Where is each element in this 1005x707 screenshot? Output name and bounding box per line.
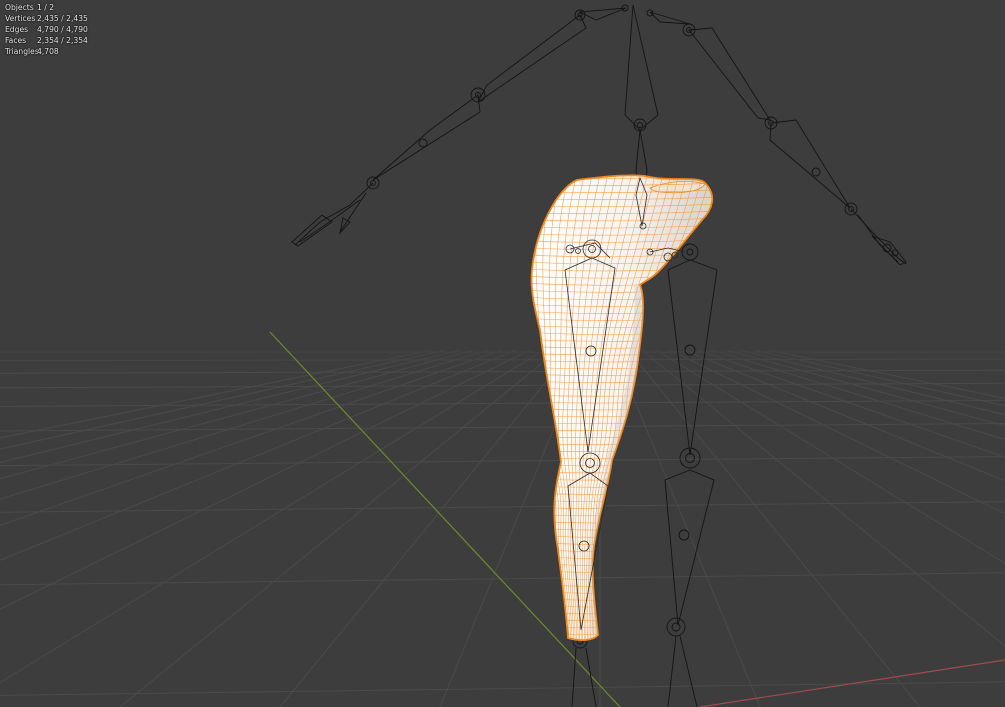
- mesh-edge-loop: [531, 588, 713, 594]
- grid-line: [753, 349, 1005, 407]
- mesh-edge-loop: [531, 581, 713, 587]
- mesh-edge-loop: [531, 511, 713, 517]
- mesh-edge-loop: [531, 490, 713, 495]
- mesh-edge-loop: [531, 616, 713, 622]
- selected-leg-mesh[interactable]: [520, 174, 720, 645]
- grid-line: [0, 349, 433, 439]
- bone-upperarm-left: [477, 14, 587, 103]
- grid-line: [0, 572, 1005, 586]
- mesh-edge-loop: [531, 525, 713, 531]
- bone-forearm-left: [372, 94, 481, 181]
- grid-line: [119, 349, 559, 707]
- scene-canvas[interactable]: [0, 0, 1005, 707]
- joint-spine: [633, 118, 647, 132]
- bone-clavicle-right: [649, 11, 691, 25]
- floor-grid: [0, 349, 1005, 707]
- mesh-edge-loop: [531, 553, 713, 559]
- grid-line: [0, 349, 461, 463]
- mesh-edge-loop: [531, 595, 713, 601]
- mesh-edge-loop: [531, 518, 713, 524]
- bone-hand-left: [294, 182, 374, 246]
- bone-spine: [624, 4, 659, 131]
- grid-line: [0, 501, 1005, 513]
- mesh-edge-loop: [531, 546, 713, 552]
- bone-forearm-right: [769, 119, 851, 209]
- mesh-edge-loop: [531, 539, 713, 545]
- mesh-edge-loop: [531, 623, 713, 628]
- grid-line: [627, 349, 921, 707]
- grid-line: [0, 423, 1005, 432]
- bone-upperarm-right: [688, 27, 771, 121]
- mesh-edge-loop: [531, 455, 713, 460]
- mesh-edge-loop: [531, 476, 713, 481]
- bone-clavicle-left: [578, 7, 627, 21]
- mesh-edge-loop: [531, 462, 713, 467]
- mesh-edge-loop: [531, 497, 713, 502]
- mesh-edge-loop: [531, 483, 713, 488]
- grid-line: [613, 349, 761, 707]
- grid-line: [725, 349, 1005, 427]
- grid-line: [0, 456, 1005, 467]
- grid-line: [669, 349, 1005, 515]
- grid-line: [683, 349, 1005, 482]
- joint-knee-right: [679, 447, 701, 469]
- mesh-edge-loop: [531, 441, 713, 445]
- horizon-fade: [0, 330, 1005, 370]
- grid-line: [0, 681, 1005, 696]
- mesh-edge-loop: [531, 602, 713, 608]
- mesh-edge-loop: [531, 567, 713, 573]
- grid-line: [0, 399, 1005, 407]
- mesh-edge-loop: [531, 609, 713, 615]
- 3d-viewport[interactable]: Objects 1 / 2 Vertices 2,435 / 2,435 Edg…: [0, 0, 1005, 707]
- grid-line: [0, 349, 447, 450]
- grid-line: [0, 382, 1005, 389]
- mesh-edge-loop: [531, 637, 713, 641]
- x-axis-line: [699, 659, 1005, 707]
- grid-line: [641, 349, 1005, 647]
- mesh-edge-loop: [531, 560, 713, 566]
- joint-ankle-right: [666, 617, 686, 637]
